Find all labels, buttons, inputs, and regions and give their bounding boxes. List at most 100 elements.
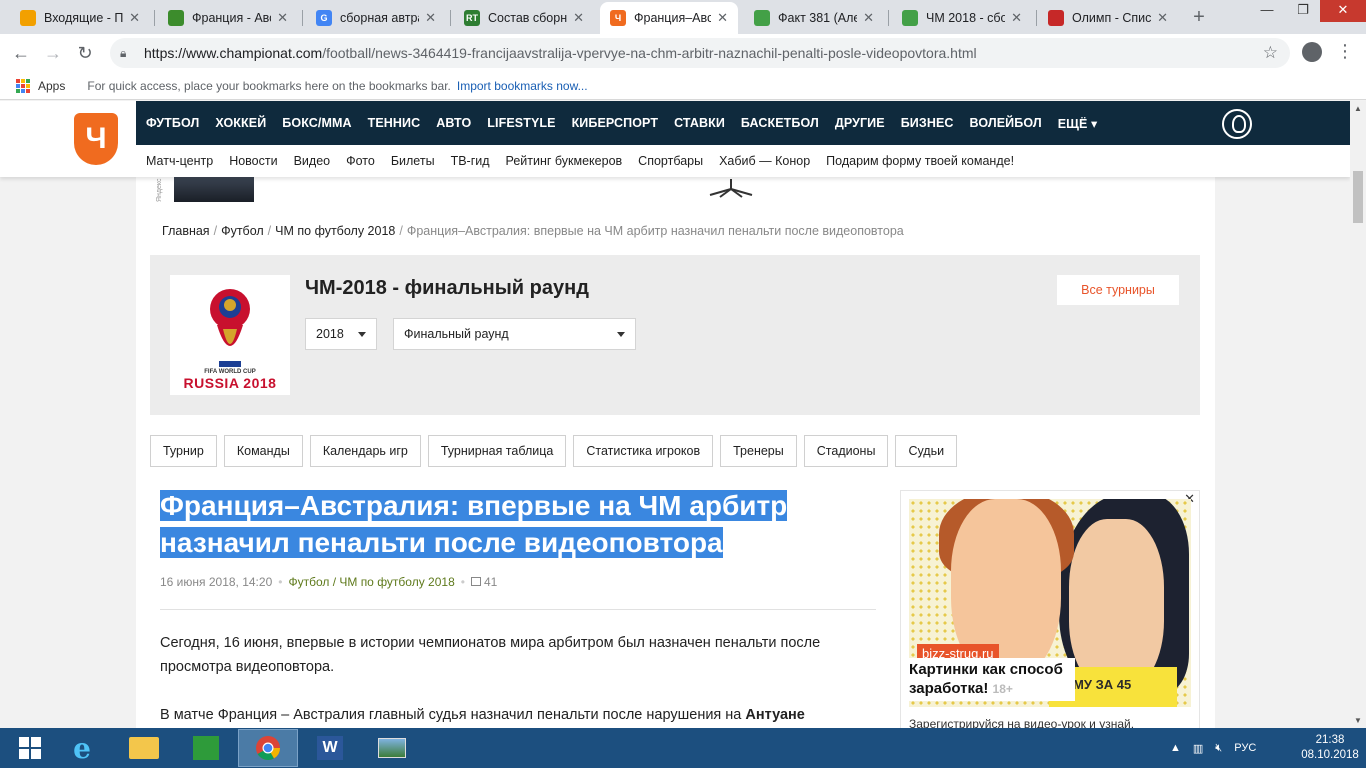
comments-count: 41 [483, 575, 498, 589]
tab-close-icon[interactable]: ✕ [717, 10, 728, 26]
tournament-tab[interactable]: Турнир [150, 435, 217, 467]
article-tag-link[interactable]: Футбол / ЧМ по футболу 2018 [288, 575, 454, 589]
close-window-button[interactable]: ✕ [1320, 0, 1366, 22]
main-nav-item[interactable]: LIFESTYLE [487, 116, 555, 130]
restore-button[interactable]: ❐ [1286, 0, 1320, 22]
breadcrumb-separator: / [213, 224, 218, 238]
article-paragraph-1: Сегодня, 16 июня, впервые в истории чемп… [160, 635, 821, 675]
tab-close-icon[interactable]: ✕ [1011, 10, 1022, 26]
tournament-tab[interactable]: Тренеры [720, 435, 797, 467]
sub-nav-item[interactable]: Фото [346, 154, 375, 168]
system-clock[interactable]: 21:38 08.10.2018 [1300, 733, 1360, 763]
sub-nav-item[interactable]: Хабиб — Конор [719, 154, 810, 168]
year-select[interactable]: 2018 [305, 318, 377, 350]
taskbar-word[interactable]: W [300, 729, 360, 767]
menu-kebab-icon[interactable]: ⋮ [1336, 40, 1354, 62]
sidebar-ad[interactable]: ✕ КОМУ ЗА 45 bizz-strug.ru Картинки как … [900, 490, 1200, 728]
start-button[interactable] [0, 729, 60, 767]
main-nav-item[interactable]: ФУТБОЛ [146, 116, 199, 130]
tab-favicon-icon [20, 10, 36, 26]
forward-button[interactable]: → [42, 42, 64, 64]
tab-close-icon[interactable]: ✕ [863, 10, 874, 26]
taskbar-ie[interactable]: e [52, 729, 112, 767]
tournament-tab[interactable]: Судьи [895, 435, 958, 467]
tournament-tab[interactable]: Стадионы [803, 435, 889, 467]
browser-tab[interactable]: Франция - Авс ✕ [158, 2, 298, 34]
comments-link[interactable]: 41 [470, 575, 498, 589]
all-tournaments-button[interactable]: Все турниры [1057, 275, 1179, 305]
sub-nav-item[interactable]: Билеты [391, 154, 435, 168]
browser-tab[interactable]: Факт 381 (Алек ✕ [744, 2, 884, 34]
network-icon[interactable]: ▥ [1193, 742, 1203, 755]
tab-close-icon[interactable]: ✕ [277, 10, 288, 26]
breadcrumb-link[interactable]: Главная [162, 224, 210, 238]
stage-select[interactable]: Финальный раунд [393, 318, 636, 350]
tournament-tab[interactable]: Статистика игроков [573, 435, 714, 467]
browser-tab[interactable]: RT Состав сборно ✕ [454, 2, 594, 34]
tab-separator [154, 10, 155, 26]
profile-avatar-icon[interactable] [1302, 42, 1322, 62]
main-nav-item[interactable]: АВТО [436, 116, 471, 130]
main-nav-item[interactable]: КИБЕРСПОРТ [572, 116, 659, 130]
scroll-up-arrow-icon[interactable]: ▲ [1354, 104, 1362, 113]
tournament-tab[interactable]: Календарь игр [309, 435, 421, 467]
tournament-tab[interactable]: Турнирная таблица [427, 435, 567, 467]
browser-tab[interactable]: ЧМ 2018 - сбор ✕ [892, 2, 1032, 34]
breadcrumb-link[interactable]: ЧМ по футболу 2018 [275, 224, 395, 238]
main-nav-item[interactable]: ТЕННИС [368, 116, 421, 130]
tab-close-icon[interactable]: ✕ [425, 10, 436, 26]
sub-nav-item[interactable]: Матч-центр [146, 154, 213, 168]
apps-shortcut[interactable]: Apps [38, 79, 65, 93]
import-bookmarks-link[interactable]: Import bookmarks now... [457, 79, 588, 93]
minimize-button[interactable]: — [1250, 0, 1284, 22]
sub-nav-item[interactable]: Подарим форму твоей команде! [826, 154, 1014, 168]
sub-nav-item[interactable]: Видео [294, 154, 331, 168]
taskbar-chrome[interactable] [238, 729, 298, 767]
tab-close-icon[interactable]: ✕ [573, 10, 584, 26]
reload-button[interactable]: ↻ [74, 42, 96, 64]
back-button[interactable]: ← [10, 42, 32, 64]
taskbar-photos[interactable] [362, 729, 422, 767]
user-account-icon[interactable] [1222, 109, 1252, 139]
sub-nav-item[interactable]: Новости [229, 154, 277, 168]
sub-nav-item[interactable]: ТВ-гид [451, 154, 490, 168]
main-nav-item[interactable]: ВОЛЕЙБОЛ [970, 116, 1042, 130]
bookmarks-bar: Apps For quick access, place your bookma… [0, 72, 1366, 100]
input-language[interactable]: РУС [1234, 742, 1256, 754]
browser-tab[interactable]: Gсборная автра ✕ [306, 2, 446, 34]
sub-nav-item[interactable]: Спортбары [638, 154, 703, 168]
main-nav-item[interactable]: ХОККЕЙ [215, 116, 266, 130]
championat-logo[interactable]: Ч [74, 113, 118, 165]
ad-headline[interactable]: Картинки как способ заработка! 18+ [905, 658, 1075, 701]
browser-tab[interactable]: Олимп - Списо ✕ [1038, 2, 1178, 34]
breadcrumb-link[interactable]: Футбол [221, 224, 264, 238]
page-scrollbar[interactable]: ▲ ▼ [1350, 101, 1366, 728]
volume-mute-icon[interactable]: 🔇︎ [1215, 742, 1222, 755]
breadcrumb: Главная / Футбол / ЧМ по футболу 2018/Франци… [162, 224, 904, 238]
tab-close-icon[interactable]: ✕ [129, 10, 140, 26]
main-nav-item[interactable]: БИЗНЕС [901, 116, 954, 130]
scrollbar-thumb[interactable] [1353, 171, 1363, 223]
sub-nav-item[interactable]: Рейтинг букмекеров [506, 154, 623, 168]
tournament-tab[interactable]: Команды [223, 435, 303, 467]
taskbar-explorer[interactable] [114, 729, 174, 767]
tray-show-hidden-icon[interactable]: ▲ [1170, 742, 1181, 754]
tournament-tabs: Турнир Команды Календарь игр Турнирная табл… [150, 435, 958, 467]
main-nav-item[interactable]: ДРУГИЕ [835, 116, 885, 130]
tab-close-icon[interactable]: ✕ [1157, 10, 1168, 26]
store-icon [193, 736, 219, 760]
taskbar-store[interactable] [176, 729, 236, 767]
browser-tab[interactable]: Входящие - По ✕ [10, 2, 150, 34]
apps-grid-icon[interactable] [16, 78, 30, 93]
main-nav-item[interactable]: БОКС/ММА [282, 116, 351, 130]
ad-strip-photo[interactable] [174, 177, 254, 202]
main-nav-item[interactable]: ЕЩЁ ▾ [1058, 116, 1098, 131]
bookmark-star-icon[interactable]: ☆ [1263, 43, 1278, 63]
main-nav-item[interactable]: СТАВКИ [674, 116, 725, 130]
address-bar[interactable]: 🔒︎ https://www.championat.com/football/n… [110, 38, 1290, 68]
browser-tab[interactable]: Ч Франция–Авст ✕ [600, 2, 738, 34]
scroll-down-arrow-icon[interactable]: ▼ [1354, 716, 1362, 725]
world-cup-logo[interactable]: FIFA WORLD CUP RUSSIA 2018 [170, 275, 290, 395]
new-tab-button[interactable]: + [1188, 6, 1210, 28]
main-nav-item[interactable]: БАСКЕТБОЛ [741, 116, 819, 130]
